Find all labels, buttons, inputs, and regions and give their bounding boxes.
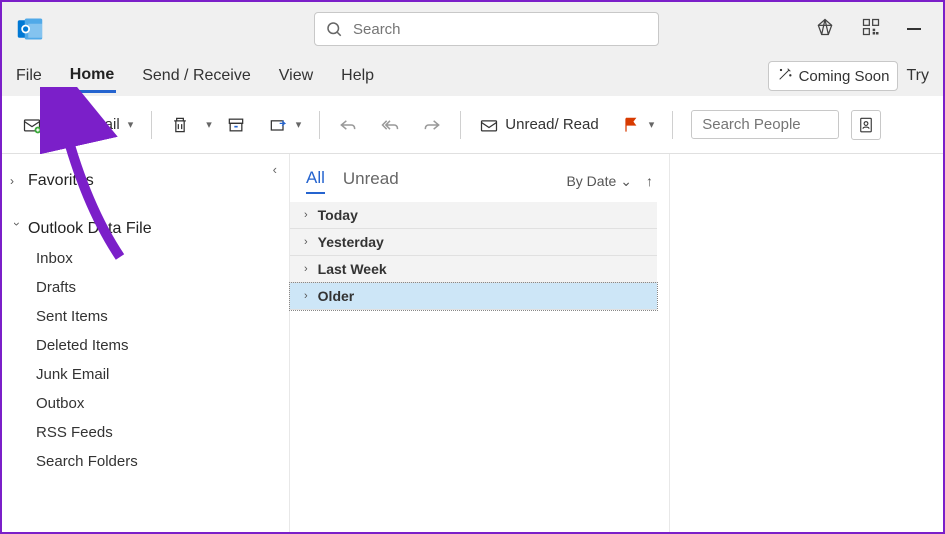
filter-unread[interactable]: Unread: [343, 169, 399, 193]
outlook-icon: [16, 15, 44, 43]
folder-sent-items[interactable]: Sent Items: [10, 302, 289, 331]
chevron-right-icon: ›: [304, 209, 308, 221]
coming-soon-button[interactable]: Coming Soon: [768, 61, 899, 91]
folder-rss-feeds[interactable]: RSS Feeds: [10, 418, 289, 447]
delete-dropdown[interactable]: ▾: [206, 118, 212, 131]
global-search[interactable]: [314, 12, 659, 46]
group-today[interactable]: › Today: [290, 202, 657, 229]
folder-junk-email[interactable]: Junk Email: [10, 360, 289, 389]
favorites-section[interactable]: › Favorites: [10, 166, 289, 196]
sort-label: By Date: [566, 173, 616, 189]
tab-send-receive[interactable]: Send / Receive: [140, 61, 253, 91]
premium-icon[interactable]: [815, 17, 835, 42]
unread-read-label: Unread/ Read: [505, 116, 598, 133]
divider: [672, 111, 673, 139]
search-input[interactable]: [353, 21, 648, 38]
address-book-icon: [857, 116, 875, 134]
move-button[interactable]: ▾: [260, 109, 310, 141]
tab-view[interactable]: View: [277, 61, 315, 91]
divider: [460, 111, 461, 139]
search-people-input[interactable]: [691, 110, 839, 139]
folder-deleted-items[interactable]: Deleted Items: [10, 331, 289, 360]
reply-button[interactable]: [330, 109, 366, 141]
group-label: Older: [318, 288, 355, 304]
chevron-down-icon: ▾: [128, 118, 134, 131]
move-icon: [268, 115, 288, 135]
list-header: All Unread By Date ⌄ ↑: [290, 158, 669, 202]
group-label: Today: [318, 207, 358, 223]
chevron-down-icon: ⌄: [620, 173, 632, 190]
chevron-right-icon: ›: [304, 236, 308, 248]
data-file-section[interactable]: › Outlook Data File: [10, 214, 289, 244]
title-bar-right: [815, 17, 933, 42]
minimize-button[interactable]: [907, 28, 921, 30]
divider: [151, 111, 152, 139]
forward-button[interactable]: [414, 109, 450, 141]
reading-pane: [670, 154, 943, 532]
main-area: ‹ › Favorites › Outlook Data File Inbox …: [2, 154, 943, 532]
trash-icon: [170, 115, 190, 135]
unread-read-button[interactable]: Unread/ Read: [471, 109, 606, 141]
chevron-right-icon: ›: [304, 263, 308, 275]
collapse-nav-icon[interactable]: ‹: [273, 162, 277, 177]
archive-button[interactable]: [218, 109, 254, 141]
forward-icon: [422, 115, 442, 135]
group-older[interactable]: › Older: [290, 283, 657, 310]
group-yesterday[interactable]: › Yesterday: [290, 229, 657, 256]
divider: [319, 111, 320, 139]
chevron-right-icon: ›: [10, 174, 24, 188]
try-button[interactable]: Try: [904, 61, 931, 91]
flag-button[interactable]: ▾: [613, 109, 663, 141]
data-file-label: Outlook Data File: [28, 220, 152, 238]
group-last-week[interactable]: › Last Week: [290, 256, 657, 283]
navigation-pane: ‹ › Favorites › Outlook Data File Inbox …: [2, 154, 290, 532]
folder-inbox[interactable]: Inbox: [10, 244, 289, 273]
chevron-down-icon: ▾: [296, 118, 302, 131]
reply-icon: [338, 115, 358, 135]
sort-direction-icon[interactable]: ↑: [646, 173, 653, 189]
new-email-button[interactable]: New Email ▾: [14, 109, 141, 141]
group-label: Yesterday: [318, 234, 384, 250]
filter-all[interactable]: All: [306, 168, 325, 194]
delete-button[interactable]: [162, 109, 198, 141]
menu-bar: File Home Send / Receive View Help Comin…: [2, 56, 943, 96]
qr-icon[interactable]: [861, 17, 881, 42]
tab-file[interactable]: File: [14, 61, 44, 91]
reply-all-button[interactable]: [372, 109, 408, 141]
chevron-down-icon: ›: [10, 222, 24, 236]
address-book-button[interactable]: [851, 110, 881, 140]
group-label: Last Week: [318, 261, 387, 277]
search-icon: [325, 20, 343, 38]
favorites-label: Favorites: [28, 172, 94, 190]
reply-all-icon: [380, 115, 400, 135]
tab-help[interactable]: Help: [339, 61, 376, 91]
ribbon-toolbar: New Email ▾ ▾ ▾ Unread/ Read ▾: [2, 96, 943, 154]
archive-icon: [226, 115, 246, 135]
tab-home[interactable]: Home: [68, 60, 116, 93]
mail-plus-icon: [22, 115, 42, 135]
folder-outbox[interactable]: Outbox: [10, 389, 289, 418]
chevron-down-icon: ▾: [649, 118, 655, 131]
flag-icon: [621, 115, 641, 135]
envelope-icon: [479, 115, 499, 135]
message-list-pane: All Unread By Date ⌄ ↑ › Today › Yesterd…: [290, 154, 670, 532]
wand-icon: [777, 66, 793, 86]
folder-search-folders[interactable]: Search Folders: [10, 447, 289, 476]
chevron-right-icon: ›: [304, 290, 308, 302]
title-bar: [2, 2, 943, 56]
sort-dropdown[interactable]: By Date ⌄ ↑: [566, 173, 653, 190]
coming-soon-label: Coming Soon: [799, 68, 890, 85]
new-email-label: New Email: [48, 116, 120, 133]
folder-drafts[interactable]: Drafts: [10, 273, 289, 302]
